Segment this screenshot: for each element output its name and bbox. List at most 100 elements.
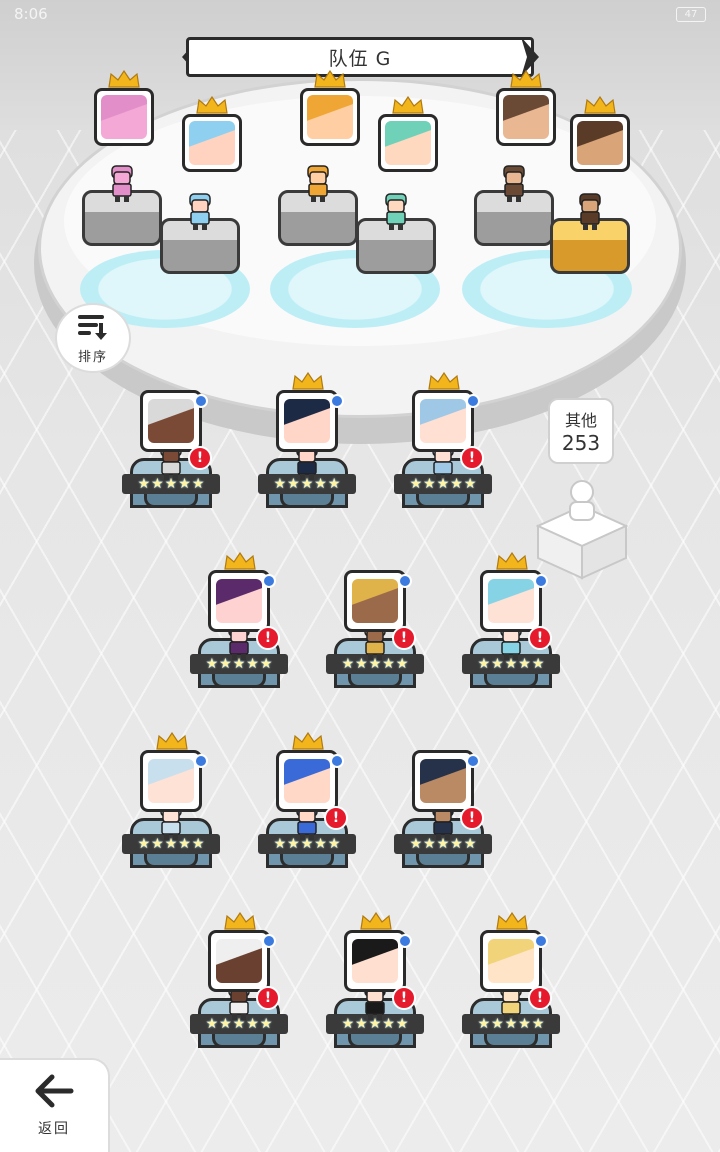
alert-icon: !	[256, 626, 280, 650]
bench-pedestal-foot	[348, 1032, 402, 1048]
team-hero-sprite[interactable]	[573, 192, 607, 232]
star-icon: ★	[137, 476, 151, 492]
bench-hero-portrait	[480, 930, 542, 992]
star-icon: ★	[259, 656, 273, 672]
star-icon: ★	[205, 1016, 219, 1032]
star-icon: ★	[327, 836, 341, 852]
star-icon: ★	[273, 836, 287, 852]
team-hero-portrait[interactable]	[182, 114, 242, 172]
blue-badge-icon	[330, 754, 344, 768]
bench-hero-portrait	[480, 570, 542, 632]
star-icon: ★	[341, 656, 355, 672]
bench-pedestal-foot	[280, 492, 334, 508]
bench-hero-portrait	[276, 750, 338, 812]
alert-icon: !	[256, 986, 280, 1010]
team-hero-portrait[interactable]	[570, 114, 630, 172]
star-icon: ★	[463, 836, 477, 852]
bench-pedestal-foot	[484, 672, 538, 688]
others-label: 其他	[564, 411, 597, 430]
team-hero-sprite[interactable]	[301, 164, 335, 204]
star-icon: ★	[341, 1016, 355, 1032]
crown-icon	[510, 69, 542, 88]
sort-label: 排序	[77, 349, 108, 365]
bench-hero-portrait	[140, 390, 202, 452]
star-icon: ★	[477, 1016, 491, 1032]
bench-hero-portrait	[276, 390, 338, 452]
bench-pedestal-foot	[416, 852, 470, 868]
blue-badge-icon	[398, 574, 412, 588]
alert-icon: !	[528, 986, 552, 1010]
blue-badge-icon	[262, 574, 276, 588]
star-icon: ★	[191, 836, 205, 852]
sort-icon	[78, 312, 108, 344]
star-icon: ★	[137, 836, 151, 852]
team-title-bar: 队伍 G	[186, 37, 534, 77]
crown-icon	[196, 95, 228, 114]
crown-icon	[496, 551, 528, 570]
team-hero-portrait[interactable]	[496, 88, 556, 146]
star-icon: ★	[409, 476, 423, 492]
alert-icon: !	[460, 806, 484, 830]
team-hero-sprite[interactable]	[497, 164, 531, 204]
others-count: 253	[561, 431, 601, 455]
bench-hero-portrait	[344, 930, 406, 992]
team-hero-portrait[interactable]	[378, 114, 438, 172]
bench-hero-portrait	[412, 390, 474, 452]
blue-badge-icon	[330, 394, 344, 408]
arrow-left-icon	[34, 1074, 74, 1112]
star-icon: ★	[477, 656, 491, 672]
star-icon: ★	[327, 476, 341, 492]
back-label: 返回	[38, 1121, 70, 1137]
back-button[interactable]: 返回	[0, 1060, 108, 1152]
bench-pedestal-foot	[416, 492, 470, 508]
team-hero-sprite[interactable]	[183, 192, 217, 232]
crown-icon	[156, 731, 188, 750]
blue-badge-icon	[262, 934, 276, 948]
crown-icon	[360, 911, 392, 930]
crown-icon	[314, 69, 346, 88]
star-icon: ★	[531, 656, 545, 672]
bench-hero-portrait	[140, 750, 202, 812]
blue-badge-icon	[534, 934, 548, 948]
blue-badge-icon	[194, 754, 208, 768]
bench-hero-portrait	[344, 570, 406, 632]
bench-pedestal-foot	[484, 1032, 538, 1048]
star-icon: ★	[395, 1016, 409, 1032]
star-icon: ★	[463, 476, 477, 492]
blue-badge-icon	[466, 754, 480, 768]
bench-pedestal-foot	[212, 672, 266, 688]
bench-hero-portrait	[208, 930, 270, 992]
alert-icon: !	[528, 626, 552, 650]
battery-icon: 47	[676, 7, 706, 22]
crown-icon	[224, 911, 256, 930]
blue-badge-icon	[194, 394, 208, 408]
team-hero-sprite[interactable]	[379, 192, 413, 232]
others-bubble[interactable]: 其他 253	[548, 398, 614, 464]
sort-button[interactable]: 排序	[55, 303, 131, 373]
alert-icon: !	[460, 446, 484, 470]
alert-icon: !	[188, 446, 212, 470]
star-icon: ★	[395, 656, 409, 672]
status-bar: 8:06 47	[0, 0, 720, 28]
crown-icon	[292, 731, 324, 750]
others-pedestal-icon[interactable]	[536, 476, 628, 580]
crown-icon	[584, 95, 616, 114]
blue-badge-icon	[466, 394, 480, 408]
crown-icon	[292, 371, 324, 390]
team-hero-portrait[interactable]	[94, 88, 154, 146]
bench-pedestal-foot	[212, 1032, 266, 1048]
team-hero-sprite[interactable]	[105, 164, 139, 204]
team-name: 队伍 G	[328, 47, 392, 70]
star-icon: ★	[409, 836, 423, 852]
bench-pedestal-foot	[144, 852, 198, 868]
bench-hero-portrait	[412, 750, 474, 812]
bench-pedestal-foot	[144, 492, 198, 508]
team-hero-portrait[interactable]	[300, 88, 360, 146]
star-icon: ★	[531, 1016, 545, 1032]
alert-icon: !	[392, 986, 416, 1010]
bench-pedestal-foot	[280, 852, 334, 868]
clock: 8:06	[14, 5, 48, 23]
alert-icon: !	[324, 806, 348, 830]
blue-badge-icon	[398, 934, 412, 948]
star-icon: ★	[191, 476, 205, 492]
